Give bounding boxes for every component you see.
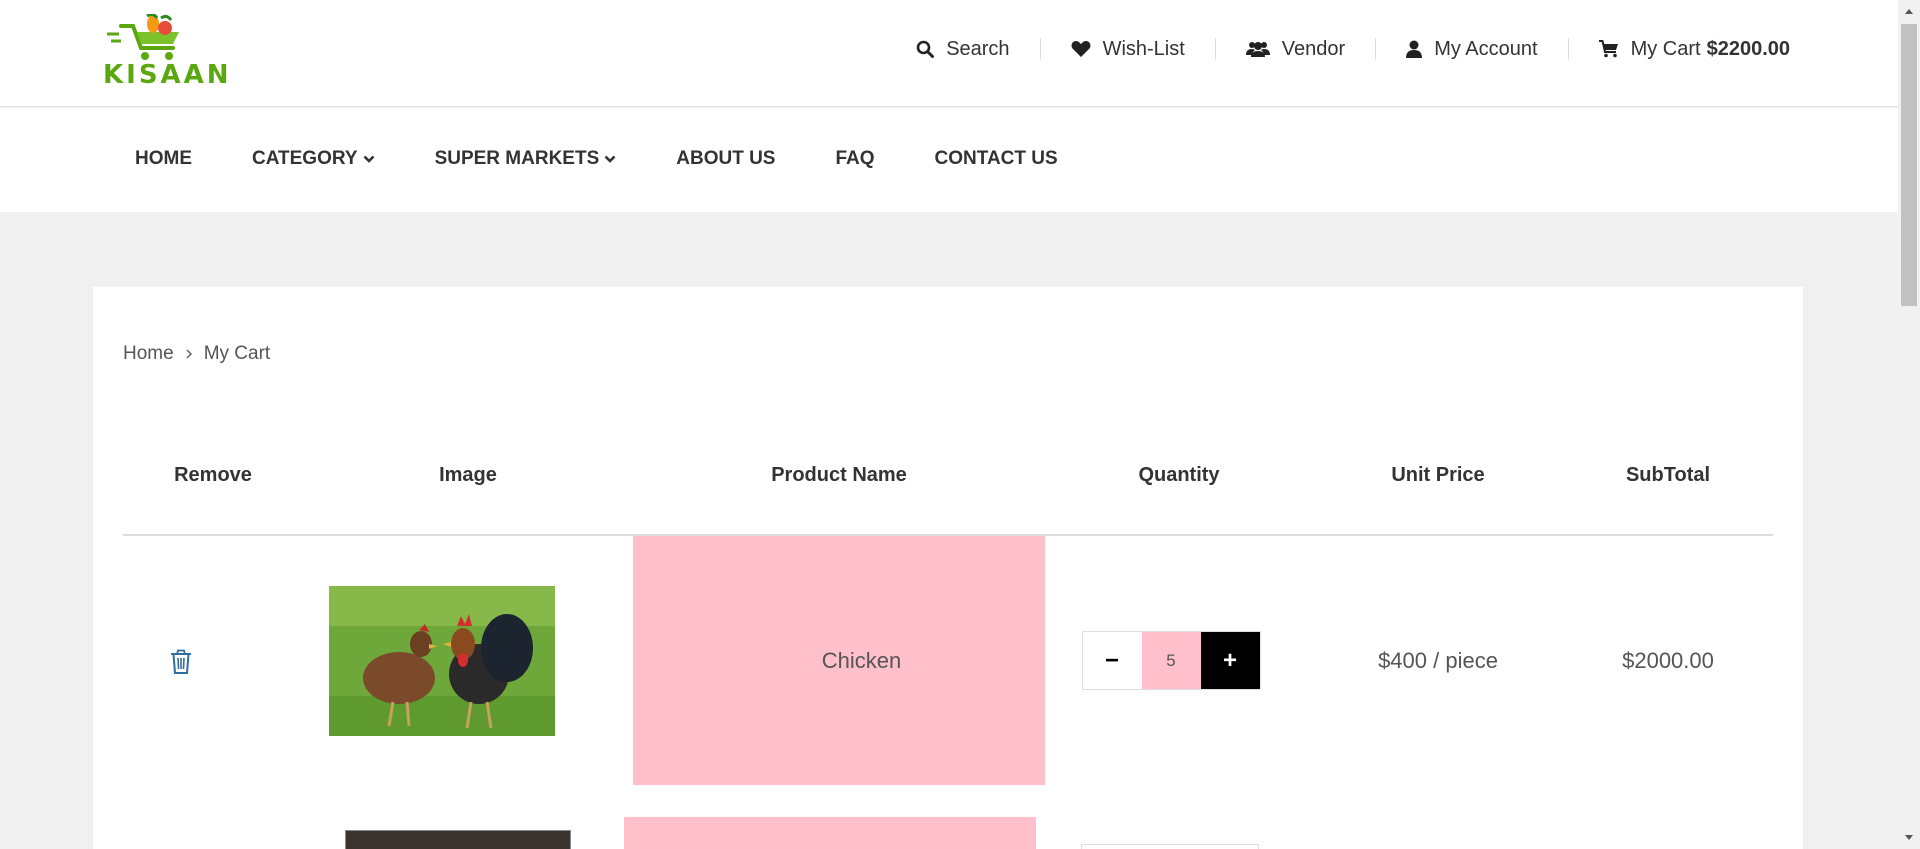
shopping-cart-icon <box>1598 40 1618 58</box>
user-icon <box>1406 40 1423 58</box>
heart-icon <box>1071 41 1091 57</box>
search-icon <box>916 40 935 58</box>
nav-category-label: CATEGORY <box>252 148 358 169</box>
arrow-down-icon <box>1905 835 1913 840</box>
chicken-product-image[interactable] <box>329 585 555 736</box>
account-label: My Account <box>1434 37 1538 60</box>
header-image: Image <box>303 417 633 536</box>
search-link[interactable]: Search <box>886 38 1039 60</box>
decrease-quantity-button[interactable]: − <box>1082 632 1142 689</box>
cart-table-header: Remove Image Product Name Quantity Unit … <box>123 417 1773 536</box>
chevron-down-icon <box>604 155 616 163</box>
cart-logo-icon <box>107 12 179 60</box>
arrow-up-icon <box>1905 9 1913 14</box>
chevron-right-icon <box>186 349 192 359</box>
scroll-down-arrow[interactable] <box>1898 827 1920 849</box>
next-row-quantity-stepper[interactable] <box>1081 844 1259 849</box>
top-utility-links: Search Wish-List Vendor My Account My Ca… <box>886 38 1790 60</box>
row-subtotal: $2000.00 <box>1622 647 1714 673</box>
page-scrollbar[interactable] <box>1898 0 1920 849</box>
breadcrumb-current: My Cart <box>203 343 271 364</box>
product-name-cell: Chicken <box>633 535 1045 785</box>
vendor-link[interactable]: Vendor <box>1214 37 1375 60</box>
next-row-name-cell <box>624 817 1036 849</box>
header-unit-price: Unit Price <box>1313 417 1563 536</box>
brand-name: KISAAN <box>103 60 232 90</box>
cart-table: Remove Image Product Name Quantity Unit … <box>123 417 1773 785</box>
subtotal-cell: $2000.00 <box>1563 535 1773 785</box>
cart-card: Home My Cart Remove Image Product Name Q… <box>93 287 1803 849</box>
image-cell <box>303 535 633 785</box>
remove-cell <box>123 535 303 785</box>
vendor-label: Vendor <box>1281 37 1346 60</box>
cart-label: My Cart <box>1630 37 1701 60</box>
nav-supermarkets[interactable]: SUPER MARKETS <box>435 148 617 170</box>
chevron-down-icon <box>363 155 374 163</box>
quantity-input[interactable] <box>1141 632 1201 689</box>
quantity-stepper: − + <box>1081 631 1261 690</box>
main-nav: HOME CATEGORY SUPER MARKETS ABOUT US FAQ… <box>135 148 1118 170</box>
users-icon <box>1245 42 1270 57</box>
site-header: KISAAN Search Wish-List Vendor My Accoun… <box>0 0 1898 107</box>
cart-total: $2200.00 <box>1706 37 1790 60</box>
cart-link[interactable]: My Cart $2200.00 <box>1567 37 1790 60</box>
nav-supermarkets-label: SUPER MARKETS <box>434 148 600 169</box>
search-label: Search <box>946 37 1010 60</box>
product-name[interactable]: Chicken <box>822 648 901 673</box>
nav-about-label: ABOUT US <box>676 148 776 169</box>
nav-home[interactable]: HOME <box>135 148 192 170</box>
nav-contact-label: CONTACT US <box>934 148 1058 169</box>
header-subtotal: SubTotal <box>1563 417 1773 536</box>
breadcrumb: Home My Cart <box>123 343 270 365</box>
nav-contact[interactable]: CONTACT US <box>935 148 1058 170</box>
increase-quantity-button[interactable]: + <box>1200 632 1260 689</box>
nav-faq-label: FAQ <box>835 148 875 169</box>
nav-home-label: HOME <box>135 148 192 169</box>
scroll-up-arrow[interactable] <box>1898 0 1920 22</box>
table-row: Chicken − + $400 / piece $2000.00 <box>123 535 1773 785</box>
scrollbar-thumb[interactable] <box>1901 24 1917 306</box>
site-logo[interactable]: KISAAN <box>103 12 229 90</box>
unit-price: $400 / piece <box>1378 647 1498 673</box>
wishlist-link[interactable]: Wish-List <box>1039 37 1215 60</box>
breadcrumb-home[interactable]: Home <box>123 343 174 365</box>
trash-icon[interactable] <box>170 649 192 675</box>
nav-category[interactable]: CATEGORY <box>252 148 375 170</box>
quantity-cell: − + <box>1045 535 1313 785</box>
nav-faq[interactable]: FAQ <box>835 148 874 170</box>
unit-price-cell: $400 / piece <box>1313 535 1563 785</box>
main-navbar: HOME CATEGORY SUPER MARKETS ABOUT US FAQ… <box>0 108 1898 212</box>
header-product-name: Product Name <box>633 417 1045 536</box>
wishlist-label: Wish-List <box>1102 37 1185 60</box>
next-row-product-image[interactable] <box>345 830 571 849</box>
nav-about[interactable]: ABOUT US <box>676 148 775 170</box>
account-link[interactable]: My Account <box>1375 38 1567 60</box>
header-remove: Remove <box>123 417 303 536</box>
header-quantity: Quantity <box>1045 417 1313 536</box>
